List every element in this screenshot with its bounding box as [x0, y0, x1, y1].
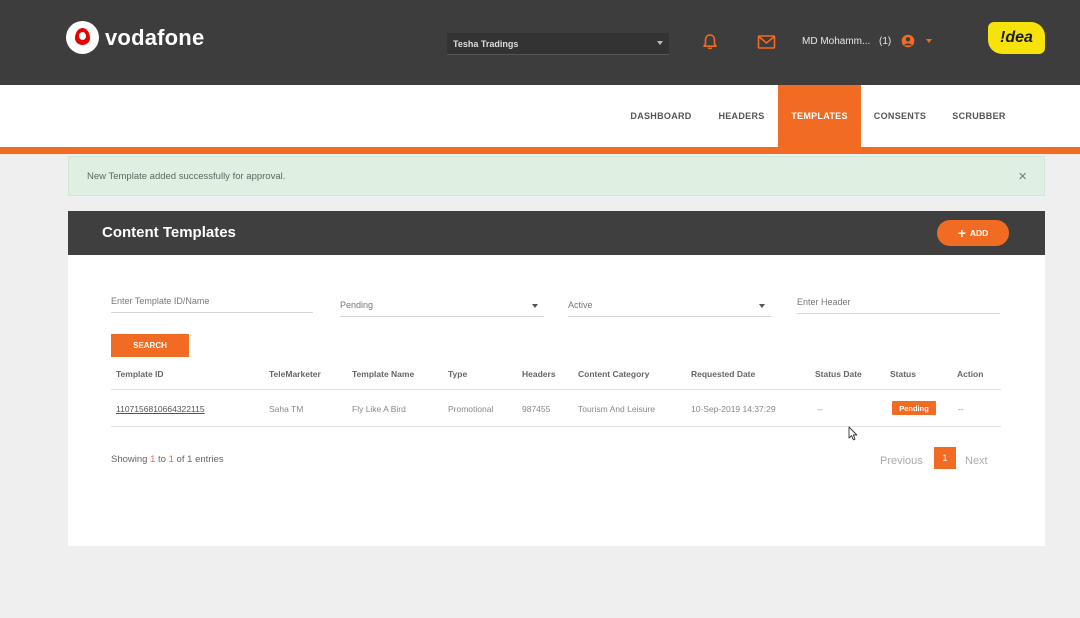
activity-select[interactable]: Active: [568, 293, 771, 317]
template-search-placeholder: Enter Template ID/Name: [111, 296, 210, 306]
add-button[interactable]: + ADD: [937, 220, 1009, 246]
status-select-value: Pending: [340, 300, 374, 310]
col-status-date[interactable]: Status Date: [815, 369, 862, 379]
idea-logo-text: !dea: [1000, 29, 1033, 46]
row-type: Promotional: [448, 404, 494, 414]
pagination-next[interactable]: Next: [965, 455, 988, 467]
col-template-id[interactable]: Template ID: [116, 369, 164, 379]
vodafone-logo[interactable]: vodafone: [66, 21, 204, 54]
nav-dashboard[interactable]: DASHBOARD: [620, 85, 702, 147]
chevron-down-icon: [657, 41, 663, 45]
pagination-page-1[interactable]: 1: [934, 447, 956, 469]
chevron-down-icon: [759, 304, 765, 308]
entries-summary: Showing 1 to 1 of 1 entries: [111, 454, 224, 465]
row-telemarketer: Saha TM: [269, 404, 304, 414]
row-status-date: --: [817, 404, 823, 414]
pagination-previous[interactable]: Previous: [880, 455, 923, 467]
bell-icon[interactable]: [701, 33, 719, 51]
nav-headers[interactable]: HEADERS: [705, 85, 778, 147]
status-select[interactable]: Pending: [340, 293, 544, 317]
mail-icon[interactable]: [757, 34, 776, 50]
nav-scrubber[interactable]: SCRUBBER: [941, 85, 1017, 147]
close-icon[interactable]: ×: [1018, 168, 1027, 185]
row-content-category: Tourism And Leisure: [578, 404, 656, 414]
col-status[interactable]: Status: [890, 369, 916, 379]
table-row-divider: [111, 426, 1001, 427]
company-select-value: Tesha Tradings: [453, 38, 519, 49]
row-action: --: [958, 404, 964, 414]
status-badge: Pending: [892, 401, 936, 415]
user-count: (1): [879, 36, 892, 47]
success-alert: New Template added successfully for appr…: [68, 156, 1045, 196]
row-template-id-link[interactable]: 1107156810664322115: [116, 404, 205, 414]
nav-templates[interactable]: TEMPLATES: [778, 85, 861, 147]
content-templates-card: Content Templates + ADD Enter Template I…: [68, 211, 1045, 546]
nav-underline: [0, 147, 1080, 154]
header-search-input[interactable]: Enter Header: [797, 290, 1000, 314]
row-template-name: Fly Like A Bird: [352, 404, 406, 414]
brand-name: vodafone: [105, 24, 205, 50]
col-action: Action: [957, 369, 984, 379]
row-headers: 987455: [522, 404, 551, 414]
nav-consents[interactable]: CONSENTS: [861, 85, 939, 147]
mouse-cursor-icon: [848, 426, 858, 441]
search-button[interactable]: SEARCH: [111, 334, 189, 357]
top-header: vodafone Tesha Tradings MD Mohamm... (1)…: [0, 0, 1080, 85]
card-header: Content Templates + ADD: [68, 211, 1045, 255]
page-title: Content Templates: [102, 224, 236, 241]
chevron-down-icon: [532, 304, 538, 308]
row-requested-date: 10-Sep-2019 14:37:29: [691, 404, 776, 414]
col-requested-date[interactable]: Requested Date: [691, 369, 755, 379]
template-search-input[interactable]: Enter Template ID/Name: [111, 289, 313, 313]
col-headers[interactable]: Headers: [522, 369, 556, 379]
col-template-name[interactable]: Template Name: [352, 369, 414, 379]
col-type[interactable]: Type: [448, 369, 467, 379]
add-button-label: ADD: [969, 228, 989, 238]
company-select[interactable]: Tesha Tradings: [447, 33, 669, 55]
activity-select-value: Active: [568, 300, 593, 310]
plus-icon: +: [957, 225, 966, 241]
user-menu-caret-icon[interactable]: [926, 39, 932, 43]
user-name[interactable]: MD Mohamm...: [802, 36, 870, 47]
col-telemarketer[interactable]: TeleMarketer: [269, 369, 321, 379]
alert-message: New Template added successfully for appr…: [87, 171, 286, 182]
idea-logo: !dea: [988, 22, 1045, 54]
user-circle-icon[interactable]: [901, 34, 915, 48]
header-search-placeholder: Enter Header: [797, 297, 851, 307]
vodafone-mark-icon: [66, 21, 99, 54]
table-header-divider: [111, 389, 1001, 390]
col-content-category[interactable]: Content Category: [578, 369, 649, 379]
